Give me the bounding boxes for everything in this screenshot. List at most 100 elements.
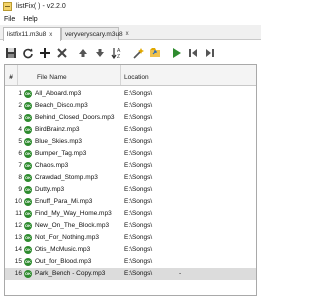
- file-name-cell: Dutty.mp3: [35, 186, 65, 193]
- row-number: 5: [18, 138, 22, 145]
- location-cell: E:\Songs\: [124, 174, 153, 181]
- file-name-cell: Out_for_Blood.mp3: [35, 258, 92, 265]
- remove-icon[interactable]: [55, 46, 69, 60]
- save-icon[interactable]: [4, 46, 18, 60]
- table-row[interactable]: 2 OK Beach_Disco.mp3 E:\Songs\: [5, 100, 256, 112]
- sort-icon[interactable]: AZ: [110, 46, 124, 60]
- svg-text:Z: Z: [117, 54, 120, 59]
- table-row[interactable]: 6 OK Bumper_Tag.mp3 E:\Songs\: [5, 148, 256, 160]
- table-row[interactable]: 14 OK Otis_McMusic.mp3 E:\Songs\: [5, 244, 256, 256]
- location-cell: E:\Songs\: [124, 258, 153, 265]
- title-bar: listFix( ) - v2.2.0: [0, 0, 261, 13]
- row-number: 16: [14, 270, 22, 277]
- file-name-cell: Park_Bench - Copy.mp3: [35, 270, 106, 277]
- row-number: 2: [18, 102, 22, 109]
- row-number: 3: [18, 114, 22, 121]
- row-number: 1: [18, 90, 22, 97]
- menu-bar: File Help: [0, 13, 261, 25]
- location-cell: E:\Songs\: [124, 270, 153, 277]
- tab-close-icon[interactable]: x: [49, 32, 52, 38]
- file-name-cell: Enuff_Para_Mi.mp3: [35, 198, 93, 205]
- table-row[interactable]: 1 OK All_Aboard.mp3 E:\Songs\: [5, 88, 256, 100]
- locate-icon[interactable]: [148, 46, 162, 60]
- table-row[interactable]: 15 OK Out_for_Blood.mp3 E:\Songs\: [5, 256, 256, 268]
- play-icon[interactable]: [169, 46, 183, 60]
- column-header-location[interactable]: Location: [121, 65, 256, 85]
- location-cell: E:\Songs\: [124, 210, 153, 217]
- table-row[interactable]: 10 OK Enuff_Para_Mi.mp3 E:\Songs\: [5, 196, 256, 208]
- table-row[interactable]: 12 OK New_On_The_Block.mp3 E:\Songs\: [5, 220, 256, 232]
- add-icon[interactable]: [38, 46, 52, 60]
- location-cell: E:\Songs\: [124, 138, 153, 145]
- file-name-cell: Otis_McMusic.mp3: [35, 246, 91, 253]
- ok-status-icon: OK: [24, 102, 32, 110]
- location-cell: E:\Songs\: [124, 198, 153, 205]
- ok-status-icon: OK: [24, 198, 32, 206]
- table-row[interactable]: 16 OK Park_Bench - Copy.mp3 E:\Songs\ -: [5, 268, 256, 280]
- row-number: 11: [15, 210, 22, 217]
- file-name-cell: Find_My_Way_Home.mp3: [35, 210, 112, 217]
- location-cell: E:\Songs\: [124, 114, 153, 121]
- ok-status-icon: OK: [24, 126, 32, 134]
- file-name-cell: Beach_Disco.mp3: [35, 102, 88, 109]
- table-row[interactable]: 13 OK Not_For_Nothing.mp3 E:\Songs\: [5, 232, 256, 244]
- table-row[interactable]: 7 OK Chaos.mp3 E:\Songs\: [5, 160, 256, 172]
- row-number: 12: [14, 222, 22, 229]
- tab-label: veryveryscary.m3u8: [65, 30, 123, 38]
- table-row[interactable]: 11 OK Find_My_Way_Home.mp3 E:\Songs\: [5, 208, 256, 220]
- table-row[interactable]: 5 OK Blue_Skies.mp3 E:\Songs\: [5, 136, 256, 148]
- file-name-cell: Chaos.mp3: [35, 162, 69, 169]
- row-number: 10: [14, 198, 22, 205]
- table-header: # File Name Location: [5, 65, 256, 86]
- tab-close-icon[interactable]: x: [126, 31, 129, 37]
- row-number: 8: [18, 174, 22, 181]
- file-name-cell: BirdBrainz.mp3: [35, 126, 80, 133]
- tab-listfix11[interactable]: listfix11.m3u8 x: [3, 27, 61, 41]
- ok-status-icon: OK: [24, 210, 32, 218]
- table-row[interactable]: 8 OK Crawdad_Stomp.mp3 E:\Songs\: [5, 172, 256, 184]
- location-cell: E:\Songs\: [124, 162, 153, 169]
- file-name-cell: All_Aboard.mp3: [35, 90, 82, 97]
- location-cell: E:\Songs\: [124, 222, 153, 229]
- reload-icon[interactable]: [21, 46, 35, 60]
- table-row[interactable]: 3 OK Behind_Closed_Doors.mp3 E:\Songs\: [5, 112, 256, 124]
- magic-repair-icon[interactable]: [131, 46, 145, 60]
- menu-file[interactable]: File: [0, 16, 19, 23]
- location-cell: E:\Songs\: [124, 234, 153, 241]
- table-row[interactable]: 4 OK BirdBrainz.mp3 E:\Songs\: [5, 124, 256, 136]
- move-down-icon[interactable]: [93, 46, 107, 60]
- file-name-cell: Not_For_Nothing.mp3: [35, 234, 99, 241]
- table-row[interactable]: 9 OK Dutty.mp3 E:\Songs\: [5, 184, 256, 196]
- file-name-cell: Blue_Skies.mp3: [35, 138, 82, 145]
- tab-label: listfix11.m3u8: [7, 31, 47, 38]
- location-cell: E:\Songs\: [124, 90, 153, 97]
- file-name-cell: Bumper_Tag.mp3: [35, 150, 87, 157]
- menu-help[interactable]: Help: [19, 16, 41, 23]
- ok-status-icon: OK: [24, 162, 32, 170]
- ok-status-icon: OK: [24, 246, 32, 254]
- move-up-icon[interactable]: [76, 46, 90, 60]
- ok-status-icon: OK: [24, 222, 32, 230]
- ok-status-icon: OK: [24, 114, 32, 122]
- last-icon[interactable]: [203, 46, 217, 60]
- tab-veryveryscary[interactable]: veryveryscary.m3u8 x: [61, 27, 129, 40]
- ok-status-icon: OK: [24, 90, 32, 98]
- ok-status-icon: OK: [24, 186, 32, 194]
- location-cell: E:\Songs\: [124, 246, 153, 253]
- playlist-tabs: listfix11.m3u8 x veryveryscary.m3u8 x: [0, 25, 261, 41]
- row-number: 14: [14, 246, 22, 253]
- row-number: 4: [18, 126, 22, 133]
- location-cell: E:\Songs\: [124, 126, 153, 133]
- first-icon[interactable]: [186, 46, 200, 60]
- location-cell: E:\Songs\: [124, 102, 153, 109]
- location-suffix: -: [179, 270, 182, 277]
- column-header-file-name[interactable]: File Name: [18, 65, 121, 85]
- column-header-number[interactable]: #: [5, 65, 18, 85]
- window-title: listFix( ) - v2.2.0: [16, 3, 66, 10]
- ok-status-icon: OK: [24, 150, 32, 158]
- location-cell: E:\Songs\: [124, 150, 153, 157]
- file-name-cell: Behind_Closed_Doors.mp3: [35, 114, 115, 121]
- listfix-app-icon: [3, 2, 12, 11]
- ok-status-icon: OK: [24, 234, 32, 242]
- row-number: 6: [18, 150, 22, 157]
